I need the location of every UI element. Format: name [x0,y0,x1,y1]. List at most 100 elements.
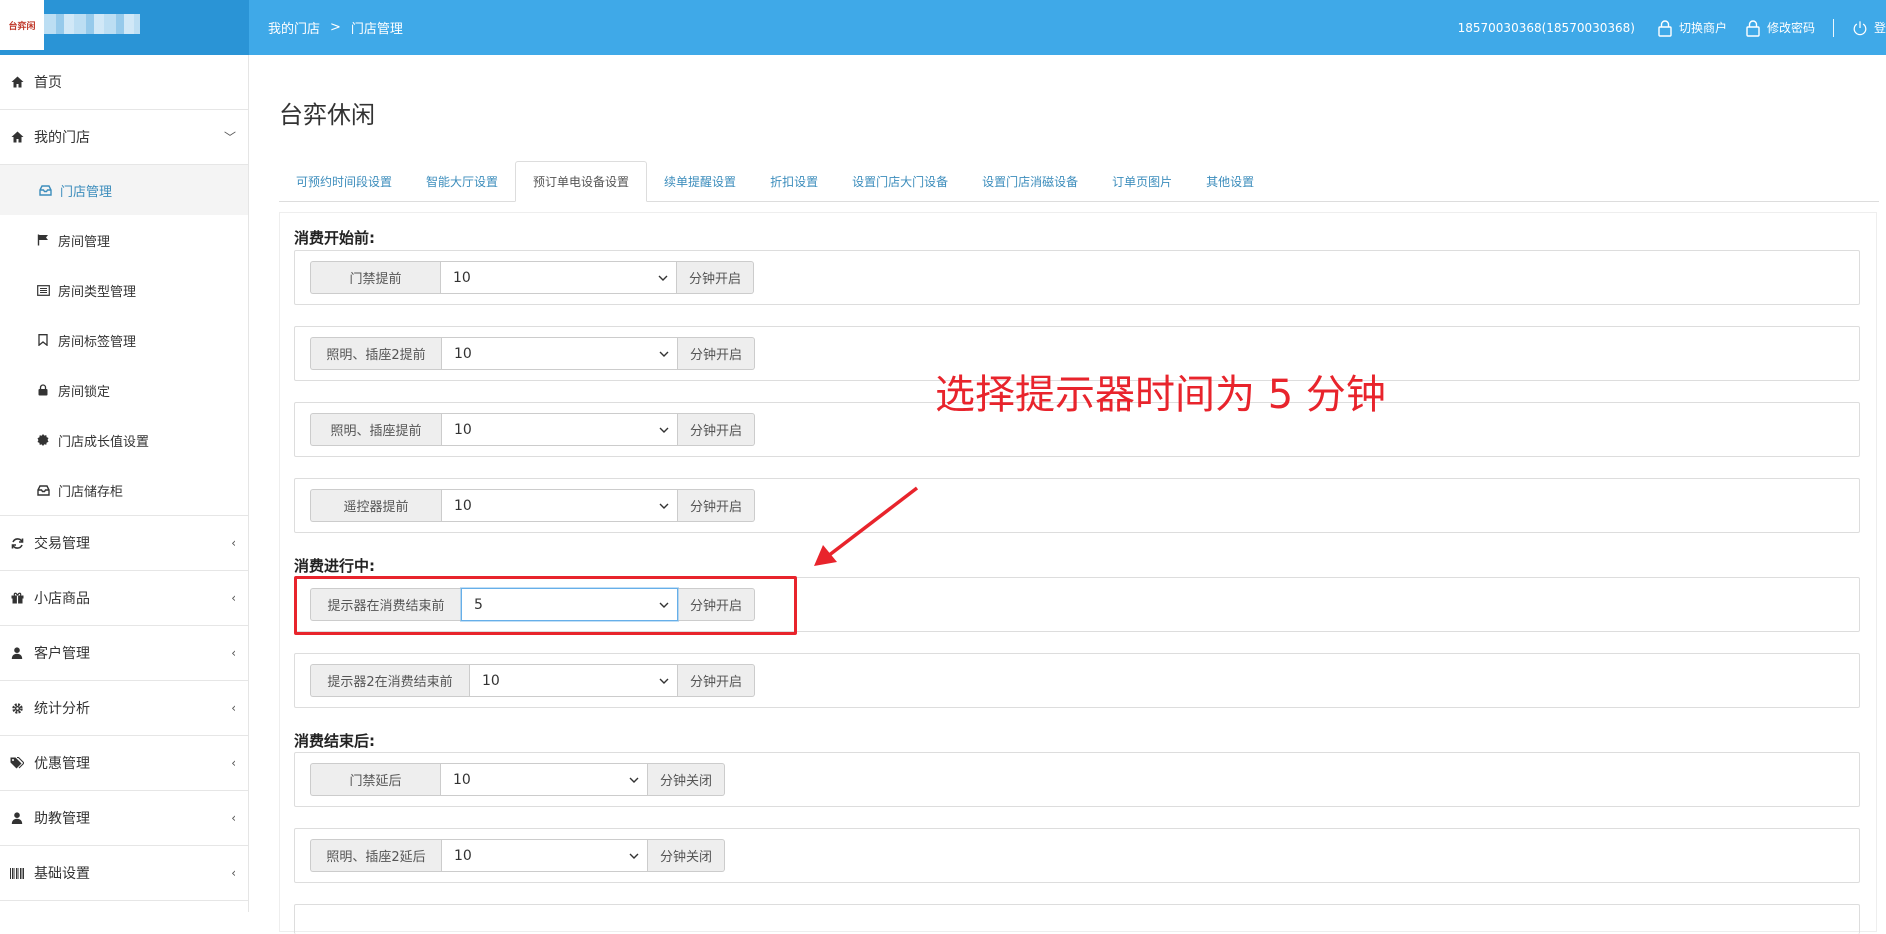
sidebar-subitem-room-type[interactable]: 房间类型管理 [0,265,248,315]
sidebar-item-label: 助教管理 [34,811,90,827]
sidebar-item-trade[interactable]: 交易管理 ‹ [0,516,248,571]
setting-row: 门禁延后 10 分钟关闭 [294,752,1860,807]
setting-row: 遥控器提前 10 分钟开启 [294,478,1860,533]
setting-label: 门禁延后 [310,763,440,796]
sidebar-item-shop-goods[interactable]: 小店商品 ‹ [0,571,248,626]
setting-suffix: 分钟关闭 [648,839,726,872]
section-during-consumption: 消费进行中: [294,557,375,575]
main-content: 台弈休闲 可预约时间段设置 智能大厅设置 预订单电设备设置 续单提醒设置 折扣设… [249,55,1886,934]
settings-tabs: 可预约时间段设置 智能大厅设置 预订单电设备设置 续单提醒设置 折扣设置 设置门… [279,161,1879,202]
breadcrumb: 我的门店 > 门店管理 [268,0,403,55]
select-value: 10 [454,345,472,362]
sidebar-subitem-label: 房间标签管理 [58,334,137,350]
tab-device-settings[interactable]: 预订单电设备设置 [515,161,648,202]
sidebar-item-home[interactable]: 首页 [0,55,248,110]
setting-label: 提示器2在消费结束前 [310,664,469,697]
sidebar-subitem-label: 房间类型管理 [58,284,137,300]
sidebar-subitem-label: 门店成长值设置 [58,434,150,450]
power-icon [1853,20,1867,35]
minutes-select[interactable]: 10 [469,664,678,697]
sidebar-subitem-room-lock[interactable]: 房间锁定 [0,365,248,415]
tab-gate-device[interactable]: 设置门店大门设备 [835,161,965,201]
store-logo: 台弈闲 [0,0,44,50]
header-divider [1832,18,1834,37]
chevron-left-icon: ‹ [231,866,236,880]
user-icon [10,811,24,825]
minutes-select[interactable]: 10 [441,489,678,522]
sidebar-item-label: 统计分析 [34,701,90,717]
setting-suffix: 分钟开启 [678,413,756,446]
sidebar-subitem-store-manage[interactable]: 门店管理 [0,165,248,215]
minutes-select[interactable]: 10 [440,261,677,294]
select-value: 10 [454,497,472,514]
setting-label: 照明、插座提前 [310,413,441,446]
chevron-left-icon: ‹ [231,811,236,825]
sidebar-item-label: 客户管理 [34,646,90,662]
logo-area[interactable]: 台弈闲 [0,0,249,55]
home-icon [10,75,24,89]
setting-suffix: 分钟开启 [678,489,756,522]
sidebar-item-label: 小店商品 [34,591,90,607]
minutes-select[interactable]: 10 [441,413,678,446]
sidebar-item-my-store[interactable]: 我的门店 ﹀ [0,110,248,165]
minutes-select[interactable]: 10 [440,763,648,796]
gift-icon [10,591,24,605]
chevron-down-icon [629,777,639,783]
section-after-consumption: 消费结束后: [294,732,375,750]
sidebar-subitem-growth[interactable]: 门店成长值设置 [0,415,248,465]
setting-label: 遥控器提前 [310,489,441,522]
change-password-link[interactable]: 修改密码 [1745,19,1815,37]
logout-label: 登 [1873,21,1886,35]
sidebar-subitem-locker[interactable]: 门店储存柜 [0,465,248,515]
refresh-icon [10,536,24,550]
sidebar-subitem-room-tag[interactable]: 房间标签管理 [0,315,248,365]
sidebar-subitem-room-manage[interactable]: 房间管理 [0,215,248,265]
setting-label: 门禁提前 [310,261,440,294]
tab-renew-reminder[interactable]: 续单提醒设置 [647,161,753,201]
breadcrumb-my-store[interactable]: 我的门店 [268,18,320,37]
inbox-icon [36,483,50,497]
switch-merchant-link[interactable]: 切换商户 [1657,19,1727,37]
chevron-down-icon [659,678,669,684]
chevron-left-icon: ‹ [231,591,236,605]
annotation-text: 选择提示器时间为 5 分钟 [935,372,1386,418]
sidebar-item-statistics[interactable]: 统计分析 ‹ [0,681,248,736]
settings-panel [279,212,1877,932]
page-title: 台弈休闲 [279,101,375,129]
sidebar-item-label: 基础设置 [34,866,90,882]
setting-label: 照明、插座2延后 [310,839,441,872]
sidebar-item-discount[interactable]: 优惠管理 ‹ [0,736,248,791]
minutes-select[interactable]: 10 [441,839,648,872]
select-value: 10 [454,421,472,438]
sidebar-subitem-label: 门店管理 [60,184,113,200]
setting-row: 照明、插座2延后 10 分钟关闭 [294,828,1860,883]
inbox-icon [38,183,52,197]
minutes-select[interactable]: 10 [441,337,678,370]
home-icon [10,130,24,144]
list-icon [36,283,50,297]
lock-icon [1658,19,1672,37]
sidebar-item-label: 交易管理 [34,536,90,552]
logout-link[interactable]: 登 [1852,19,1886,37]
header-user-area: 18570030368(18570030368) 切换商户 修改密码 登 [1458,0,1886,55]
annotation-arrow [814,486,919,566]
tab-degauss-device[interactable]: 设置门店消磁设备 [965,161,1095,201]
breadcrumb-store-manage[interactable]: 门店管理 [351,18,403,37]
top-header: 台弈闲 我的门店 > 门店管理 18570030368(18570030368)… [0,0,1886,55]
my-store-submenu: 门店管理 房间管理 房间类型管理 房间标签管理 房间锁定 门店成长值设置 门店储… [0,165,248,516]
chevron-left-icon: ‹ [231,536,236,550]
chevron-left-icon: ‹ [231,701,236,715]
section-before-consumption: 消费开始前: [294,229,375,247]
lock-icon [36,383,50,397]
tab-smart-hall[interactable]: 智能大厅设置 [409,161,515,201]
tab-order-image[interactable]: 订单页图片 [1095,161,1189,201]
tab-booking-time[interactable]: 可预约时间段设置 [279,161,409,201]
sidebar-item-coach[interactable]: 助教管理 ‹ [0,791,248,846]
gear-icon [10,701,24,715]
tab-discount[interactable]: 折扣设置 [753,161,835,201]
sidebar-item-basic-settings[interactable]: 基础设置 ‹ [0,846,248,901]
tab-other-settings[interactable]: 其他设置 [1189,161,1271,201]
chevron-down-icon [658,275,668,281]
certificate-icon [36,433,50,447]
sidebar-item-customer[interactable]: 客户管理 ‹ [0,626,248,681]
